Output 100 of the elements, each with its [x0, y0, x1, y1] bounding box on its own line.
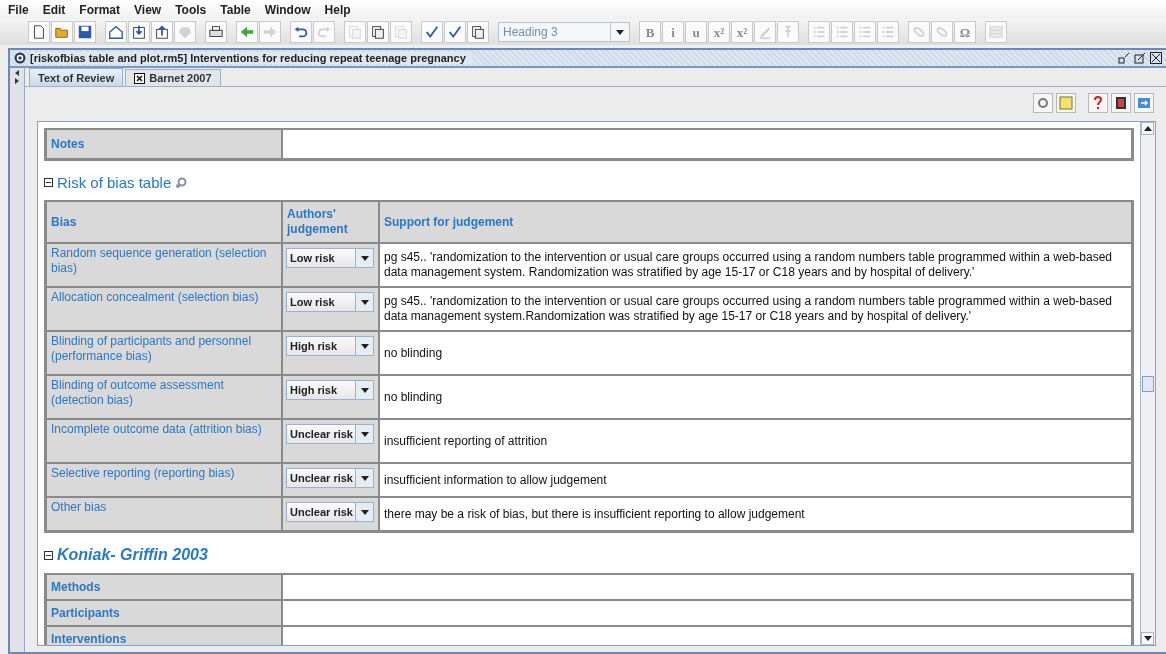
- toolbar-button[interactable]: [205, 21, 227, 43]
- pages-icon: [347, 24, 363, 40]
- list-icon: [834, 24, 850, 40]
- caret-icon: [360, 255, 369, 261]
- tab[interactable]: Text of Review: [29, 68, 124, 86]
- arrow-up-icon: [154, 24, 170, 40]
- menu-item[interactable]: Table: [220, 2, 251, 17]
- caret-icon: [360, 475, 369, 481]
- list-icon: [857, 24, 873, 40]
- document-icon: [31, 24, 47, 40]
- house-icon: [108, 24, 124, 40]
- judgement-dropdown[interactable]: Unclear risk: [286, 468, 374, 488]
- bias-cell: Allocation concealment (selection bias): [46, 287, 282, 331]
- list-icon: [811, 24, 827, 40]
- toolbar-button[interactable]: [290, 21, 312, 43]
- caret-icon: [616, 29, 624, 35]
- toolbar-button[interactable]: [28, 21, 50, 43]
- caret-icon: [360, 431, 369, 437]
- bias-cell: Incomplete outcome data (attrition bias): [46, 419, 282, 463]
- toolbar-button[interactable]: [105, 21, 127, 43]
- book-icon: [1114, 96, 1128, 110]
- toolbar-button[interactable]: [444, 21, 466, 43]
- row-label: Interventions: [46, 626, 282, 645]
- row-label: Methods: [46, 574, 282, 600]
- bias-cell: Other bias: [46, 497, 282, 531]
- bias-cell: Selective reporting (reporting bias): [46, 463, 282, 497]
- row-label: Notes: [46, 129, 282, 159]
- toolbar-button[interactable]: [151, 21, 173, 43]
- toolbar-button[interactable]: [467, 21, 489, 43]
- support-cell: pg s45.. 'randomization to the intervention or usual care groups occurred using a random numbers table programmed within a web-based data management system. Randomization was stratified by age 15-17 or C18 years and by hospital of delivery.': [379, 243, 1132, 287]
- bias-cell: Blinding of outcome assessment (detection bias): [46, 375, 282, 419]
- back-arrow-icon: [239, 24, 255, 40]
- close-icon[interactable]: [1150, 52, 1162, 64]
- judgement-dropdown[interactable]: Low risk: [286, 292, 374, 312]
- support-cell: no blinding: [379, 331, 1132, 375]
- scroll-up-button[interactable]: [1141, 122, 1154, 135]
- section-heading: Koniak- Griffin 2003: [57, 546, 208, 564]
- redo-icon: [316, 24, 332, 40]
- menu-item[interactable]: Help: [324, 2, 351, 17]
- question-mark-icon: [1091, 96, 1105, 110]
- column-header: Authors' judgement: [282, 201, 379, 243]
- bias-cell: Blinding of participants and personnel (performance bias): [46, 331, 282, 375]
- pages-icon: [470, 24, 486, 40]
- toolbar-button[interactable]: [367, 21, 389, 43]
- menu-item[interactable]: Window: [264, 2, 311, 17]
- app-logo-icon: [14, 52, 26, 64]
- maximize-icon[interactable]: [1134, 52, 1146, 64]
- toolbar-button[interactable]: [421, 21, 443, 43]
- pages-icon: [393, 24, 409, 40]
- row-label: Participants: [46, 600, 282, 626]
- list-icon: [880, 24, 896, 40]
- pages-icon: [370, 24, 386, 40]
- caret-icon: [1143, 636, 1152, 641]
- judgement-dropdown[interactable]: Low risk: [286, 248, 374, 268]
- menu-item[interactable]: Edit: [42, 2, 66, 17]
- scroll-down-button[interactable]: [1141, 632, 1154, 645]
- table-icon: [988, 24, 1004, 40]
- forward-arrow-icon: [262, 24, 278, 40]
- scroll-thumb[interactable]: [1142, 375, 1154, 392]
- judgement-dropdown[interactable]: Unclear risk: [286, 424, 374, 444]
- window-title: [riskofbias table and plot.rm5] Interventions for reducing repeat teenage pregnancy: [30, 52, 472, 64]
- section-heading: Risk of bias table: [57, 174, 172, 191]
- caret-icon: [360, 299, 369, 305]
- link-icon: [934, 24, 950, 40]
- arrow-down-icon: [131, 24, 147, 40]
- caret-icon: [360, 387, 369, 393]
- checkmark-icon: [424, 24, 440, 40]
- toolbar-button[interactable]: [128, 21, 150, 43]
- panel-arrows-icon[interactable]: [13, 70, 21, 84]
- close-icon[interactable]: [134, 73, 146, 84]
- link-icon: [911, 24, 927, 40]
- column-header: Support for judgement: [379, 201, 1132, 243]
- menu-item[interactable]: View: [134, 2, 162, 17]
- collapse-icon[interactable]: [44, 178, 53, 187]
- support-cell: insufficient reporting of attrition: [379, 419, 1132, 463]
- undo-icon: [293, 24, 309, 40]
- properties-button[interactable]: [1033, 93, 1053, 113]
- caret-icon: [360, 509, 369, 515]
- judgement-dropdown[interactable]: Unclear risk: [286, 502, 374, 522]
- support-cell: there may be a risk of bias, but there is insufficient reporting to allow judgement: [379, 497, 1132, 531]
- column-header: Bias: [46, 201, 282, 243]
- minimize-icon[interactable]: [1118, 52, 1130, 64]
- judgement-dropdown[interactable]: High risk: [286, 380, 374, 400]
- caret-icon: [1143, 126, 1152, 131]
- caret-icon: [360, 343, 369, 349]
- collapse-icon[interactable]: [44, 550, 53, 560]
- menu-item[interactable]: Format: [79, 2, 120, 17]
- support-cell: no blinding: [379, 375, 1132, 419]
- menu-item[interactable]: File: [8, 2, 29, 17]
- toolbar-button[interactable]: [74, 21, 96, 43]
- printer-icon: [208, 24, 224, 40]
- support-cell: insufficient information to allow judgement: [379, 463, 1132, 497]
- help-button[interactable]: [1088, 93, 1108, 113]
- menu-item[interactable]: Tools: [175, 2, 207, 17]
- bias-cell: Random sequence generation (selection bias): [46, 243, 282, 287]
- support-cell: pg s45.. 'randomization to the intervention or usual care groups occurred using a random numbers table programmed within a web-based data management system.Randomization was stratified by age 15-17 or C18 years and by hospital of delivery.': [379, 287, 1132, 331]
- tab[interactable]: Barnet 2007: [125, 69, 221, 86]
- note-icon: [1059, 96, 1073, 110]
- judgement-dropdown[interactable]: High risk: [286, 336, 374, 356]
- book-button[interactable]: [1111, 93, 1131, 113]
